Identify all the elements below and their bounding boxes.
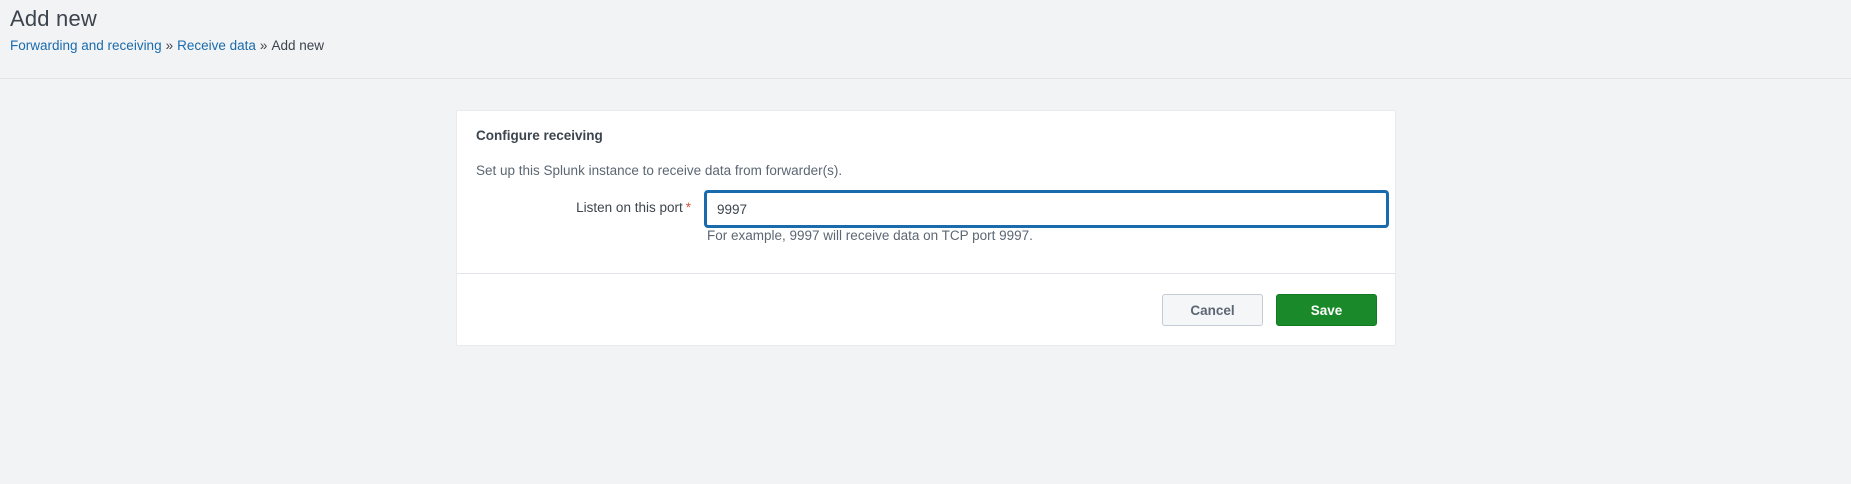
cancel-button[interactable]: Cancel — [1162, 294, 1263, 326]
save-button[interactable]: Save — [1276, 294, 1377, 326]
required-marker: * — [685, 200, 691, 215]
divider — [457, 273, 1395, 274]
breadcrumb: Forwarding and receiving» Receive data» Ad… — [10, 38, 324, 53]
breadcrumb-forwarding-and-receiving[interactable]: Forwarding and receiving — [10, 38, 162, 53]
panel-title: Configure receiving — [476, 128, 603, 143]
port-field-label: Listen on this port * — [457, 200, 691, 215]
breadcrumb-separator: » — [259, 38, 268, 53]
page-header: Add new Forwarding and receiving» Receive… — [0, 0, 1851, 79]
breadcrumb-current: Add new — [271, 38, 324, 53]
breadcrumb-receive-data[interactable]: Receive data — [177, 38, 256, 53]
breadcrumb-separator: » — [165, 38, 174, 53]
port-help-text: For example, 9997 will receive data on T… — [707, 228, 1033, 243]
panel-description: Set up this Splunk instance to receive d… — [476, 163, 843, 178]
port-field-label-text: Listen on this port — [576, 200, 683, 215]
configure-receiving-panel: Configure receiving Set up this Splunk i… — [456, 110, 1396, 346]
page-title: Add new — [10, 6, 98, 31]
port-input[interactable] — [705, 191, 1388, 227]
